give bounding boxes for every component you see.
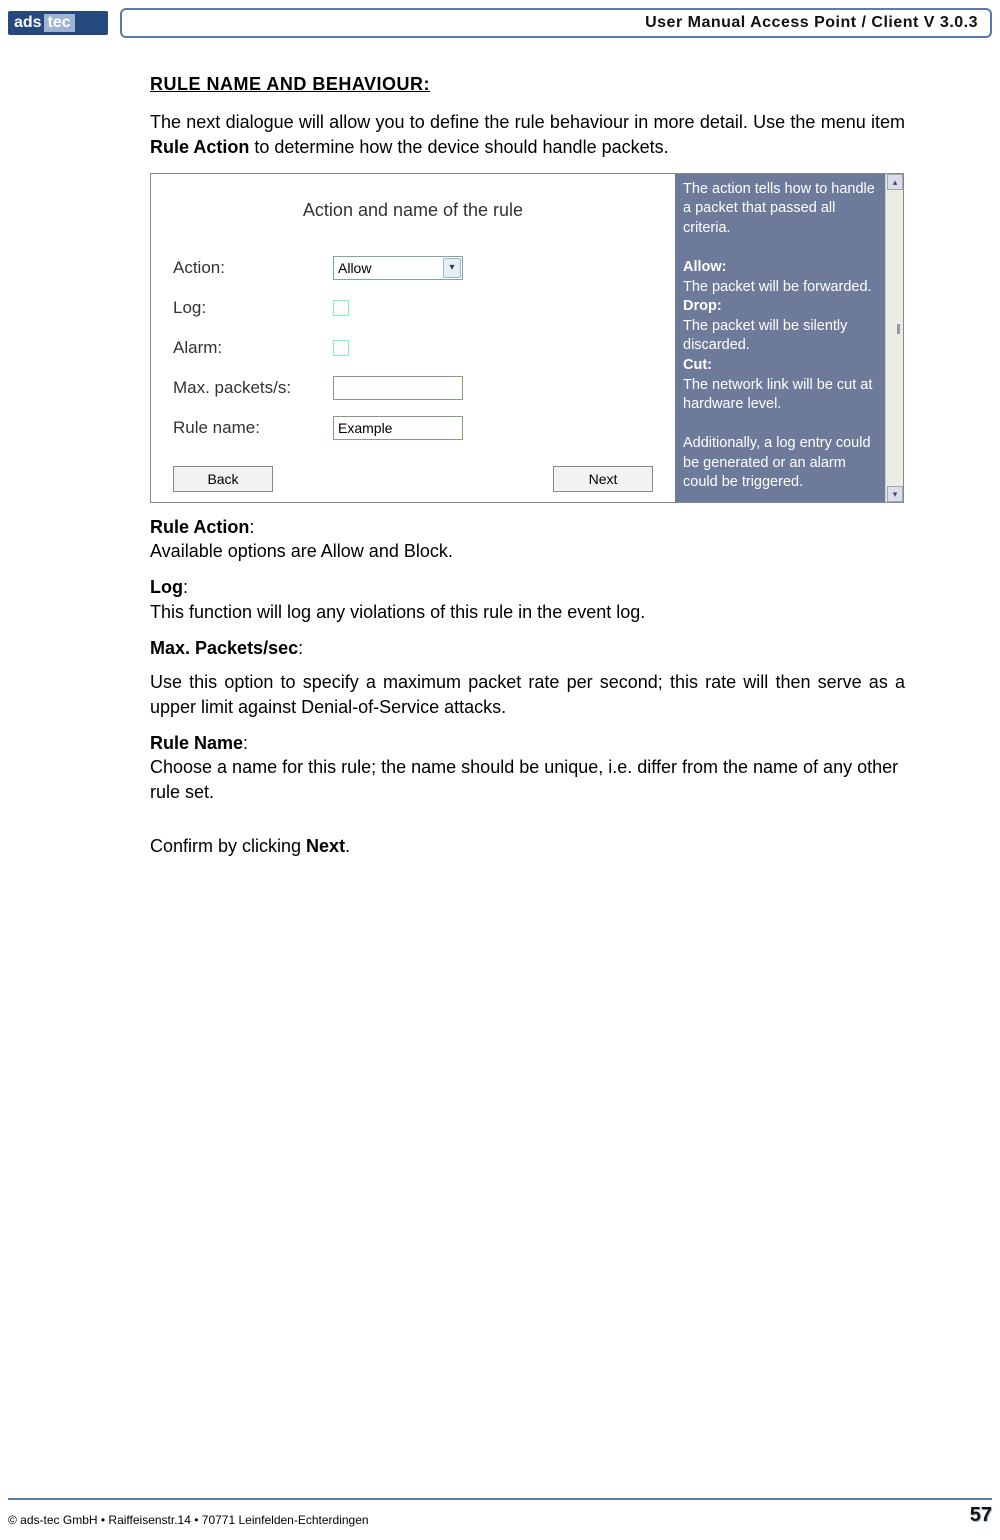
help-cut-h: Cut:	[683, 356, 877, 376]
help-drop-t: The packet will be silently discarded.	[683, 317, 877, 356]
header-title: User Manual Access Point / Client V 3.0.…	[645, 14, 978, 32]
dialog-help-panel: The action tells how to handle a packet …	[675, 174, 903, 502]
confirm-post: .	[345, 836, 350, 856]
desc-max-t: Use this option to specify a maximum pac…	[150, 670, 905, 719]
footer-page-number: 57	[970, 1504, 992, 1527]
page-footer: © ads-tec GmbH • Raiffeisenstr.14 • 7077…	[8, 1498, 992, 1528]
desc-rule-action-h: Rule Action	[150, 517, 249, 537]
intro-paragraph: The next dialogue will allow you to defi…	[150, 110, 905, 159]
logo-left: ads	[14, 14, 42, 32]
row-rulename: Rule name:	[173, 408, 675, 448]
alarm-checkbox[interactable]	[333, 340, 349, 356]
row-log: Log:	[173, 288, 675, 328]
desc-rule-action-t: Available options are Allow and Block.	[150, 541, 453, 561]
content-area: RULE NAME AND BEHAVIOUR: The next dialog…	[150, 72, 905, 858]
maxpkts-input[interactable]	[333, 376, 463, 400]
chevron-down-icon[interactable]: ▾	[443, 258, 461, 278]
row-action: Action: ▾	[173, 248, 675, 288]
label-rulename: Rule name:	[173, 417, 333, 440]
label-action: Action:	[173, 257, 333, 280]
intro-bold: Rule Action	[150, 137, 249, 157]
row-maxpkts: Max. packets/s:	[173, 368, 675, 408]
dialog-title: Action and name of the rule	[151, 198, 675, 222]
intro-post: to determine how the device should handl…	[249, 137, 668, 157]
logo-right: tec	[44, 14, 75, 32]
logo: adstec	[8, 11, 108, 35]
desc-name-h: Rule Name	[150, 733, 243, 753]
next-button[interactable]: Next	[553, 466, 653, 492]
back-button[interactable]: Back	[173, 466, 273, 492]
desc-name-t: Choose a name for this rule; the name sh…	[150, 757, 898, 801]
confirm-line: Confirm by clicking Next.	[150, 834, 905, 858]
label-maxpkts: Max. packets/s:	[173, 377, 333, 400]
section-heading: RULE NAME AND BEHAVIOUR:	[150, 72, 905, 96]
footer-copyright: © ads-tec GmbH • Raiffeisenstr.14 • 7077…	[8, 1513, 369, 1527]
desc-max: Max. Packets/sec: Use this option to spe…	[150, 636, 905, 719]
desc-log-h: Log	[150, 577, 183, 597]
scroll-up-icon[interactable]: ▴	[887, 174, 903, 190]
dialog-main: Action and name of the rule Action: ▾ Lo…	[151, 174, 675, 502]
desc-log: Log: This function will log any violatio…	[150, 575, 905, 624]
help-line-1: The action tells how to handle a packet …	[683, 180, 877, 239]
help-cut-t: The network link will be cut at hardware…	[683, 376, 877, 415]
desc-name: Rule Name: Choose a name for this rule; …	[150, 731, 905, 804]
label-alarm: Alarm:	[173, 337, 333, 360]
help-drop-h: Drop:	[683, 297, 877, 317]
label-log: Log:	[173, 297, 333, 320]
confirm-pre: Confirm by clicking	[150, 836, 306, 856]
log-checkbox[interactable]	[333, 300, 349, 316]
confirm-bold: Next	[306, 836, 345, 856]
scroll-thumb[interactable]	[897, 324, 900, 334]
dialog-screenshot: Action and name of the rule Action: ▾ Lo…	[150, 173, 904, 503]
header-title-frame: User Manual Access Point / Client V 3.0.…	[120, 8, 992, 38]
desc-max-h: Max. Packets/sec	[150, 638, 298, 658]
desc-log-t: This function will log any violations of…	[150, 602, 645, 622]
help-scrollbar[interactable]: ▴ ▾	[885, 174, 903, 502]
help-allow-t: The packet will be forwarded.	[683, 278, 877, 298]
rulename-input[interactable]	[333, 416, 463, 440]
intro-pre: The next dialogue will allow you to defi…	[150, 112, 905, 132]
help-allow-h: Allow:	[683, 258, 877, 278]
row-alarm: Alarm:	[173, 328, 675, 368]
help-line-2: Additionally, a log entry could be gener…	[683, 434, 877, 493]
page-header: adstec User Manual Access Point / Client…	[8, 6, 992, 40]
help-line-3: You may define a maximum number of packe…	[683, 512, 877, 571]
scroll-down-icon[interactable]: ▾	[887, 486, 903, 502]
